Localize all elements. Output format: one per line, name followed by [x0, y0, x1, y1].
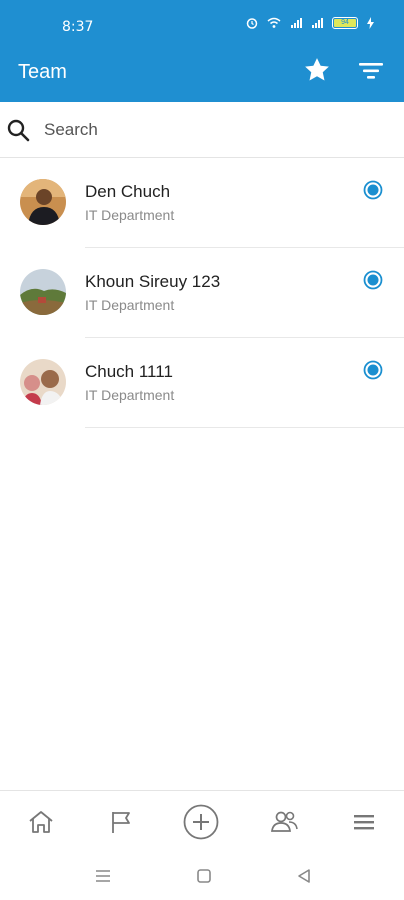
member-department: IT Department: [85, 297, 175, 313]
selected-radio[interactable]: [363, 180, 383, 200]
home-square-icon[interactable]: [194, 866, 214, 886]
member-department: IT Department: [85, 207, 175, 223]
list-item[interactable]: Chuch 1111 IT Department: [0, 338, 404, 428]
member-name: Chuch 1111: [85, 362, 173, 381]
add-circle-icon: [183, 804, 219, 840]
menu-icon: [354, 815, 374, 830]
nav-add[interactable]: [183, 804, 219, 840]
charging-icon: [367, 17, 374, 29]
battery-icon: 94: [332, 17, 358, 29]
selected-radio[interactable]: [363, 270, 383, 290]
star-icon: [305, 58, 329, 81]
bottom-nav: [0, 790, 404, 852]
app-bar: Team: [0, 41, 404, 102]
page-title: Team: [18, 61, 67, 83]
system-nav: [0, 852, 404, 900]
filter-button[interactable]: [357, 58, 385, 84]
flag-icon: [112, 812, 130, 833]
wifi-icon: [267, 17, 281, 28]
divider: [85, 427, 404, 428]
avatar: [20, 359, 66, 405]
avatar: [20, 179, 66, 225]
home-icon: [29, 811, 53, 833]
list-item[interactable]: Khoun Sireuy 123 IT Department: [0, 248, 404, 338]
list-item[interactable]: Den Chuch IT Department: [0, 158, 404, 248]
recents-icon[interactable]: [93, 866, 113, 886]
member-department: IT Department: [85, 387, 175, 403]
search-bar: [0, 102, 404, 158]
alarm-icon: [246, 18, 258, 29]
back-triangle-icon[interactable]: [294, 866, 314, 886]
nav-home[interactable]: [23, 804, 59, 840]
nav-menu[interactable]: [346, 804, 382, 840]
filter-icon: [359, 63, 383, 79]
search-input[interactable]: [44, 116, 384, 144]
signal-icon: [291, 18, 302, 28]
team-icon: [271, 811, 298, 832]
avatar: [20, 269, 66, 315]
member-name: Khoun Sireuy 123: [85, 272, 221, 291]
search-icon: [7, 119, 30, 142]
member-name: Den Chuch: [85, 182, 171, 201]
favorites-button[interactable]: [302, 55, 332, 85]
status-bar: 8:37 94: [0, 0, 404, 41]
signal-icon: [312, 18, 323, 28]
nav-flag[interactable]: [103, 804, 139, 840]
battery-level: 94: [334, 19, 356, 27]
status-time: 8:37: [62, 19, 94, 35]
nav-team[interactable]: [266, 804, 302, 840]
status-icons: 94: [246, 17, 374, 29]
selected-radio[interactable]: [363, 360, 383, 380]
